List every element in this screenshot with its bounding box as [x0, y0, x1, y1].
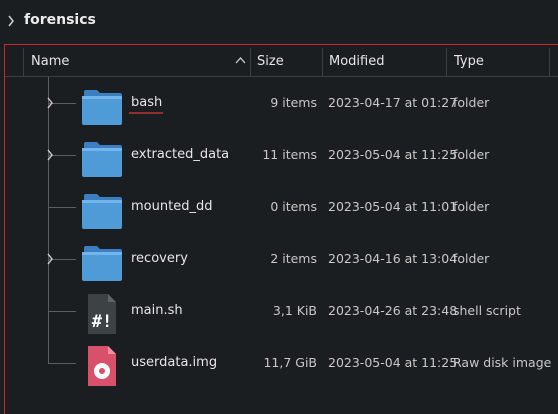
column-header-name[interactable]: Name [31, 45, 69, 76]
file-size: 3,1 KiB [272, 303, 317, 318]
file-name: recovery [131, 251, 188, 266]
file-size: 11 items [262, 147, 317, 162]
file-modified: 2023-05-04 at 11:01 [328, 199, 458, 214]
folder-icon [82, 90, 122, 125]
shell-script-icon: #! [88, 294, 116, 334]
folder-icon [82, 142, 122, 177]
breadcrumb: forensics [0, 0, 558, 42]
column-separator [23, 48, 24, 76]
file-type: folder [453, 95, 490, 110]
column-separator [549, 48, 550, 76]
file-modified: 2023-04-16 at 13:04 [328, 251, 458, 266]
column-separator [322, 48, 323, 76]
expand-chevron-icon[interactable] [46, 149, 54, 161]
column-header-size[interactable]: Size [257, 45, 284, 76]
column-header-modified-label: Modified [329, 54, 385, 69]
file-row[interactable]: #! main.sh 3,1 KiB 2023-04-26 at 23:48 s… [5, 285, 558, 337]
file-size: 11,7 GiB [263, 355, 317, 370]
expand-chevron-icon[interactable] [46, 97, 54, 109]
column-header-name-label: Name [31, 54, 70, 69]
sort-ascending-icon[interactable] [235, 56, 246, 64]
file-modified: 2023-04-26 at 23:48 [328, 303, 458, 318]
file-name: main.sh [131, 303, 183, 318]
file-size: 0 items [270, 199, 317, 214]
column-separator [250, 48, 251, 76]
file-size: 2 items [270, 251, 317, 266]
file-name: userdata.img [131, 355, 218, 370]
column-header-modified[interactable]: Modified [329, 45, 384, 76]
file-name: bash [131, 95, 163, 110]
column-header-row: Name Size Modified Type [5, 45, 558, 77]
file-name: mounted_dd [131, 199, 213, 214]
expand-chevron-icon[interactable] [46, 253, 54, 265]
disk-image-icon [88, 346, 116, 386]
file-type: Raw disk image [453, 355, 552, 370]
file-type: folder [453, 199, 490, 214]
file-type: folder [453, 147, 490, 162]
file-name: extracted_data [131, 147, 230, 162]
file-type: shell script [453, 303, 521, 318]
spellcheck-underline [129, 112, 163, 114]
folder-icon [82, 194, 122, 229]
breadcrumb-title[interactable]: forensics [24, 12, 96, 28]
file-row[interactable]: bash 9 items 2023-04-17 at 01:27 folder [5, 77, 558, 129]
chevron-right-icon[interactable] [7, 15, 15, 27]
file-type: folder [453, 251, 490, 266]
column-header-type-label: Type [454, 54, 484, 69]
file-modified: 2023-05-04 at 11:25 [328, 355, 458, 370]
column-header-type[interactable]: Type [454, 45, 484, 76]
file-modified: 2023-04-17 at 01:27 [328, 95, 458, 110]
file-row[interactable]: userdata.img 11,7 GiB 2023-05-04 at 11:2… [5, 337, 558, 389]
file-row[interactable]: mounted_dd 0 items 2023-05-04 at 11:01 f… [5, 181, 558, 233]
svg-text:#!: #! [92, 312, 112, 332]
file-row[interactable]: extracted_data 11 items 2023-05-04 at 11… [5, 129, 558, 181]
column-header-size-label: Size [257, 54, 284, 69]
file-row[interactable]: recovery 2 items 2023-04-16 at 13:04 fol… [5, 233, 558, 285]
file-modified: 2023-05-04 at 11:25 [328, 147, 458, 162]
folder-icon [82, 246, 122, 281]
column-separator [446, 48, 447, 76]
file-size: 9 items [270, 95, 317, 110]
